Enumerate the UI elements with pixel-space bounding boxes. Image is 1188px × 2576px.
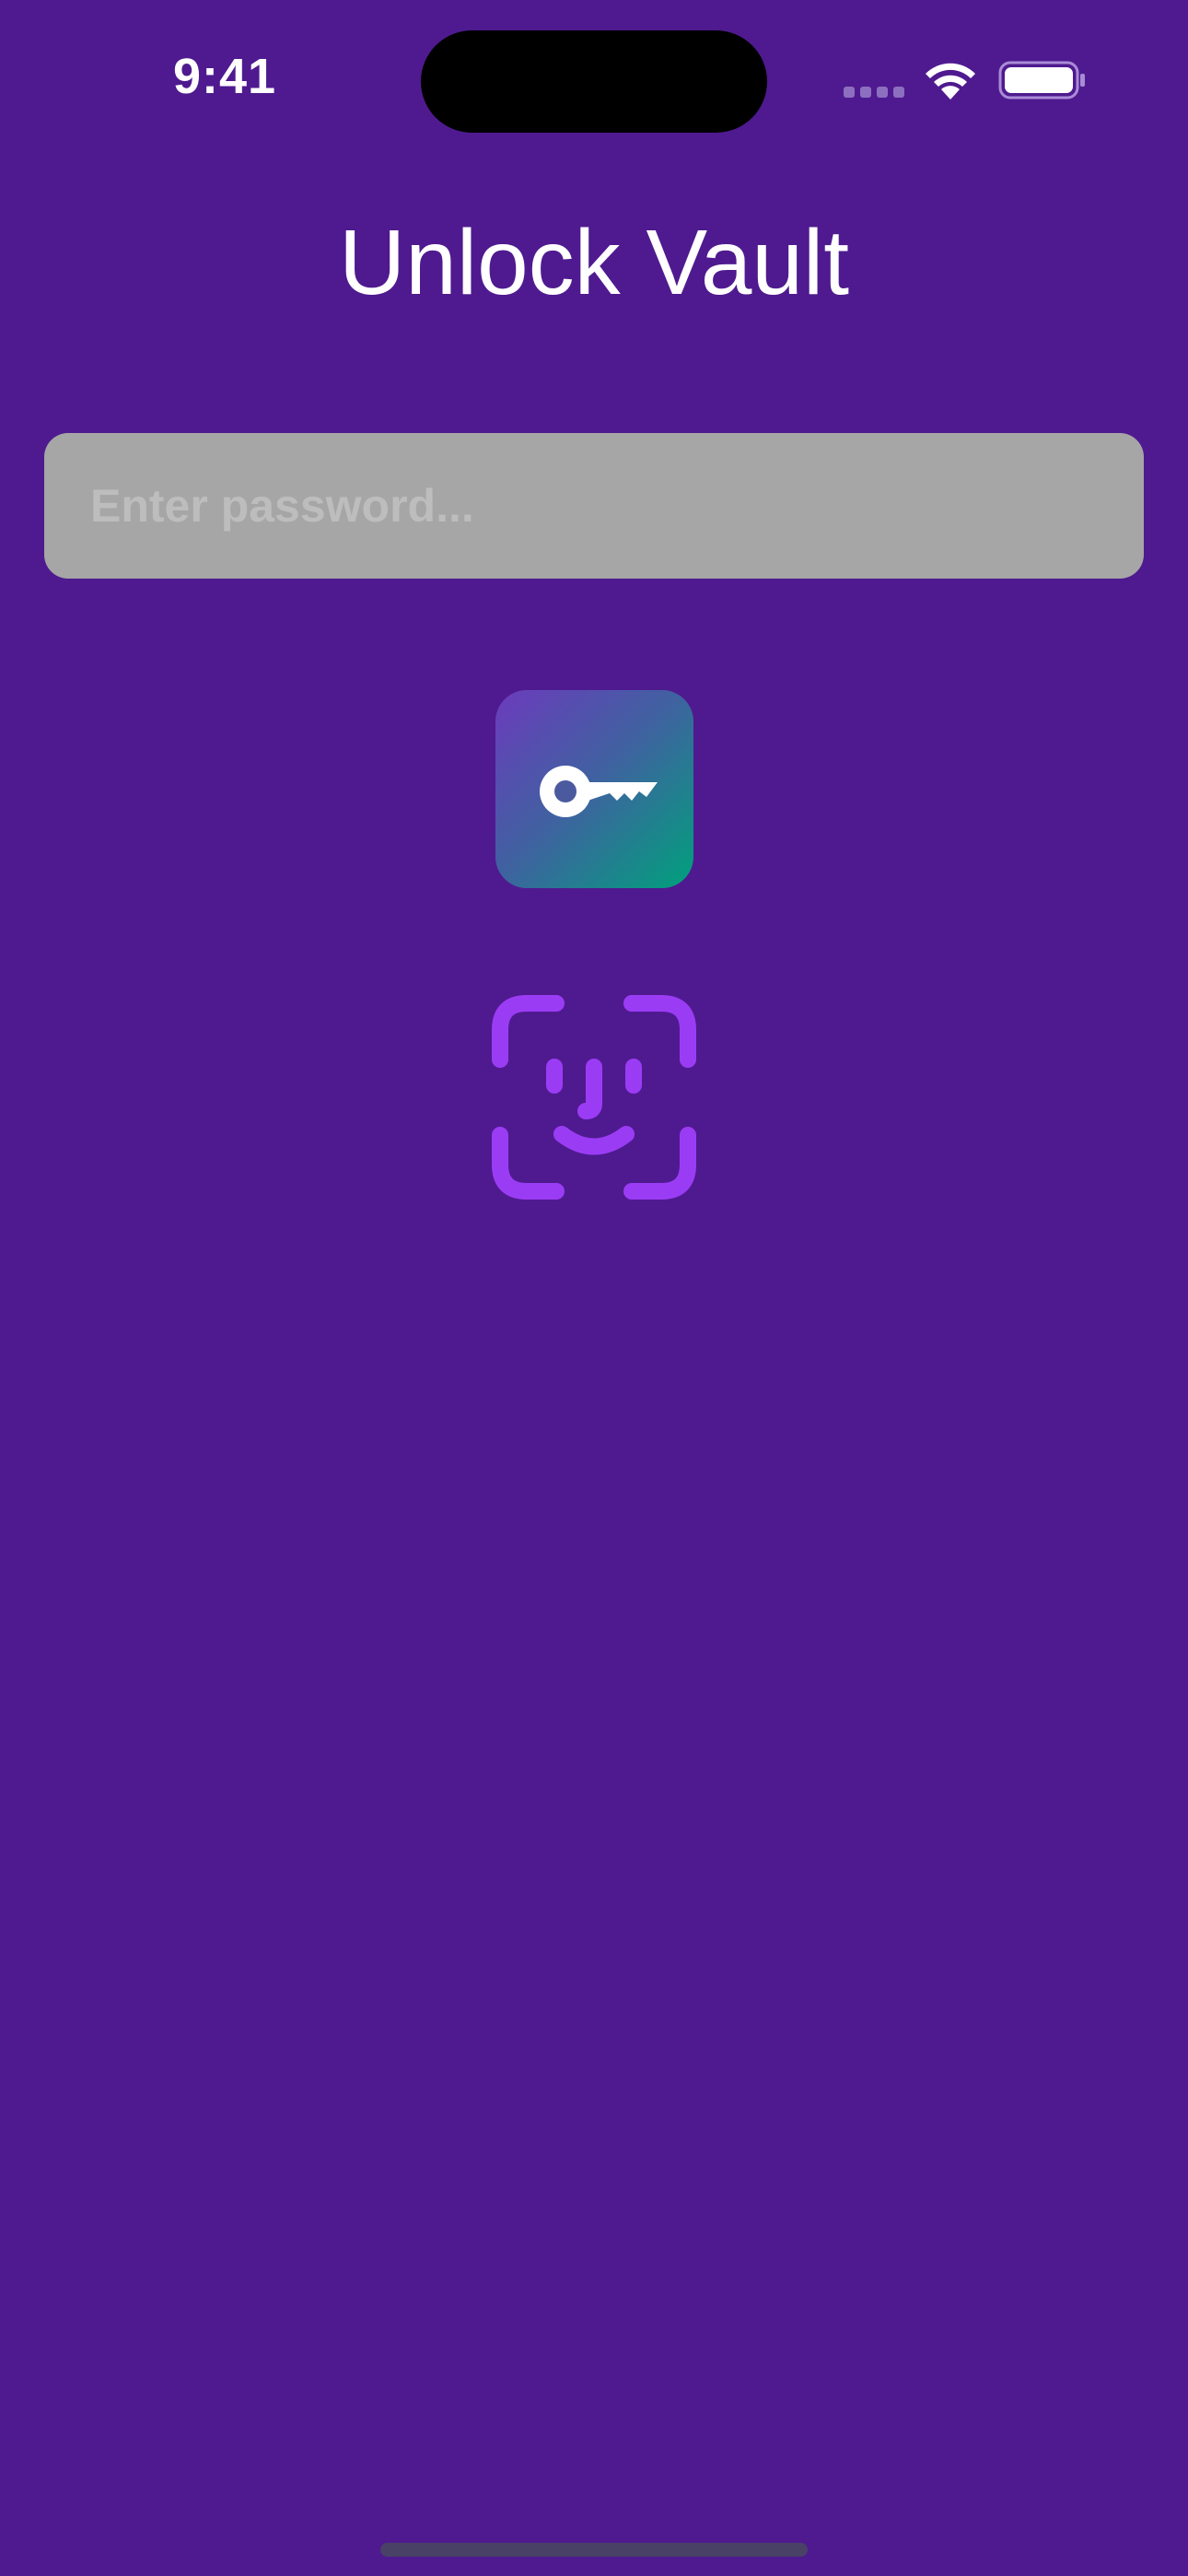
status-time: 9:41 — [173, 49, 277, 104]
cellular-signal-icon — [844, 87, 904, 98]
home-indicator[interactable] — [380, 2543, 808, 2557]
dynamic-island — [421, 30, 767, 133]
wifi-icon — [926, 63, 975, 100]
status-bar: 9:41 — [0, 0, 1188, 138]
unlock-key-button[interactable] — [495, 690, 693, 888]
page-title: Unlock Vault — [339, 211, 849, 314]
battery-icon — [998, 61, 1085, 100]
key-icon — [540, 766, 658, 817]
face-id-button[interactable] — [492, 995, 696, 1200]
face-id-icon — [492, 995, 696, 1200]
password-input[interactable] — [44, 433, 1144, 579]
